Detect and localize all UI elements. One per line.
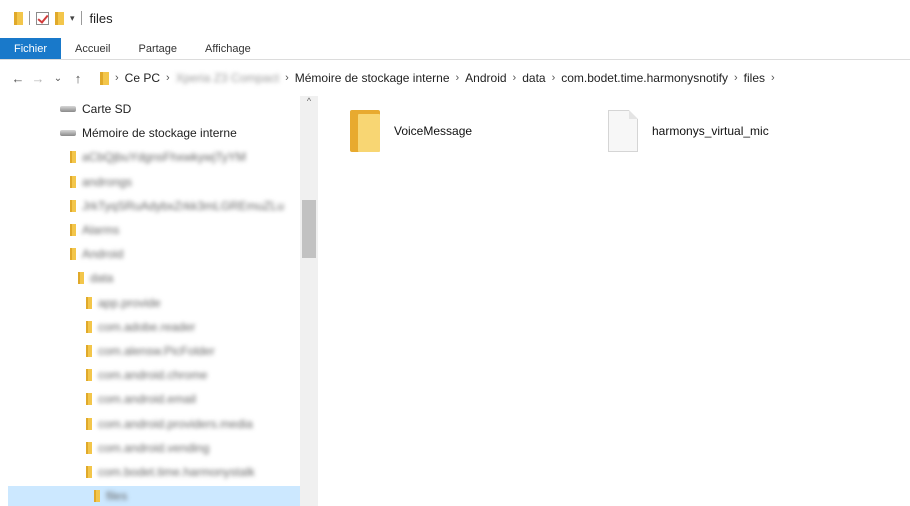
- forward-arrow-icon[interactable]: →: [28, 71, 48, 86]
- breadcrumb-chevron-icon[interactable]: ›: [456, 72, 460, 84]
- nav-item-label: Carte SD: [82, 102, 132, 116]
- nav-item[interactable]: com.android.chrome: [86, 365, 207, 385]
- folder-icon: [86, 296, 92, 309]
- breadcrumb-chevron-icon[interactable]: ›: [734, 72, 738, 84]
- breadcrumb[interactable]: › Ce PC › Xperia Z3 Compact › Mémoire de stoc…: [94, 66, 904, 90]
- folder-icon: [78, 272, 84, 285]
- nav-item-label: app.provide: [98, 295, 161, 310]
- folder-icon: [94, 490, 100, 503]
- file-list: VoiceMessage harmonys_virtual_mic: [330, 96, 910, 506]
- nav-item[interactable]: com.adobe.reader: [86, 317, 195, 337]
- properties-checkbox-icon[interactable]: [36, 11, 49, 25]
- drive-icon: [60, 130, 76, 137]
- file-icon: [608, 110, 638, 152]
- breadcrumb-item[interactable]: Android: [465, 71, 506, 85]
- nav-item-label: data: [90, 271, 114, 286]
- customize-toolbar-dropdown-icon[interactable]: ▾: [70, 13, 75, 24]
- breadcrumb-chevron-icon[interactable]: ›: [115, 72, 119, 84]
- folder-icon: [86, 345, 92, 357]
- nav-item[interactable]: JrkTyqSRuAdybxZrkk3mLGREmuZLu: [70, 196, 284, 216]
- nav-item-label: aCbQjbuYdgnsFhxwkywjTyYM: [82, 150, 247, 165]
- nav-item-label: com.alensw.PicFolder: [98, 344, 215, 358]
- nav-item-label: JrkTyqSRuAdybxZrkk3mLGREmuZLu: [82, 198, 285, 213]
- folder-icon: [350, 110, 380, 152]
- quick-access-toolbar: ▾: [14, 11, 82, 25]
- nav-item-label: com.bodet.time.harmonystalk: [98, 465, 255, 479]
- tab-affichage[interactable]: Affichage: [191, 38, 265, 59]
- folder-icon: [14, 11, 23, 25]
- folder-icon: [70, 224, 76, 236]
- nav-item-label: Alarms: [82, 223, 120, 237]
- nav-item[interactable]: app.provide: [86, 293, 161, 313]
- tab-accueil[interactable]: Accueil: [61, 38, 124, 59]
- nav-item[interactable]: Alarms: [70, 220, 119, 240]
- nav-item-label: com.android.vending: [98, 440, 210, 455]
- nav-item-label: androngs: [82, 174, 133, 189]
- nav-item-label: com.android.email: [98, 392, 197, 407]
- nav-item-label: files: [106, 489, 128, 504]
- breadcrumb-item[interactable]: com.bodet.time.harmonysnotify: [561, 71, 728, 85]
- breadcrumb-item[interactable]: Ce PC: [125, 71, 160, 85]
- nav-item-label: Android: [82, 247, 124, 262]
- nav-item[interactable]: files: [8, 486, 300, 506]
- folder-icon: [86, 320, 92, 333]
- folder-icon: [86, 466, 92, 478]
- nav-item[interactable]: com.alensw.PicFolder: [86, 341, 215, 361]
- file-item[interactable]: harmonys_virtual_mic: [608, 110, 769, 152]
- folder-icon: [86, 369, 92, 382]
- breadcrumb-item[interactable]: Mémoire de stockage interne: [295, 71, 450, 85]
- breadcrumb-chevron-icon[interactable]: ›: [513, 72, 517, 84]
- new-folder-icon[interactable]: [55, 11, 64, 25]
- tab-fichier[interactable]: Fichier: [0, 38, 62, 59]
- nav-item-label: Mémoire de stockage interne: [82, 126, 237, 141]
- nav-item[interactable]: Carte SD: [60, 99, 131, 119]
- breadcrumb-item[interactable]: files: [744, 71, 765, 85]
- nav-item[interactable]: com.android.email: [86, 389, 196, 409]
- nav-item[interactable]: Mémoire de stockage interne: [60, 123, 237, 143]
- file-name: VoiceMessage: [394, 124, 473, 138]
- navigation-pane[interactable]: Carte SD Mémoire de stockage interne aCbQj…: [0, 96, 318, 506]
- breadcrumb-chevron-icon[interactable]: ›: [166, 72, 170, 84]
- navigation-scrollbar[interactable]: ^: [300, 96, 318, 506]
- breadcrumb-chevron-icon[interactable]: ›: [771, 72, 775, 84]
- back-arrow-icon[interactable]: ←: [8, 71, 28, 86]
- nav-item-label: com.android.providers.media: [98, 416, 253, 431]
- tab-partage[interactable]: Partage: [124, 38, 191, 59]
- separator: [29, 11, 30, 25]
- nav-item[interactable]: androngs: [70, 172, 132, 192]
- up-arrow-icon[interactable]: ↑: [68, 71, 88, 86]
- title-bar: ▾ files: [0, 0, 910, 36]
- nav-item[interactable]: Android: [70, 244, 123, 264]
- folder-icon: [100, 71, 109, 85]
- folder-icon: [70, 199, 76, 212]
- scroll-up-arrow-icon[interactable]: ^: [300, 96, 318, 112]
- folder-icon: [86, 417, 92, 430]
- folder-item[interactable]: VoiceMessage: [350, 110, 472, 152]
- breadcrumb-chevron-icon[interactable]: ›: [552, 72, 556, 84]
- address-bar-row: ← → ⌄ ↑ › Ce PC › Xperia Z3 Compact › Mémoire…: [0, 64, 910, 92]
- nav-item[interactable]: com.android.providers.media: [86, 414, 253, 434]
- separator: [80, 11, 82, 25]
- ribbon-tabs: Fichier Accueil Partage Affichage: [0, 38, 910, 60]
- folder-icon: [70, 151, 76, 164]
- scroll-thumb[interactable]: [302, 200, 316, 258]
- file-name: harmonys_virtual_mic: [652, 124, 769, 138]
- folder-icon: [70, 248, 76, 261]
- window-title: files: [89, 10, 113, 26]
- nav-item[interactable]: data: [78, 268, 113, 288]
- breadcrumb-item[interactable]: Xperia Z3 Compact: [176, 71, 279, 85]
- folder-icon: [70, 175, 76, 188]
- nav-item-label: com.android.chrome: [98, 368, 208, 383]
- nav-item[interactable]: com.android.vending: [86, 438, 209, 458]
- recent-locations-chevron-icon[interactable]: ⌄: [48, 73, 68, 84]
- breadcrumb-item[interactable]: data: [522, 71, 545, 85]
- breadcrumb-chevron-icon[interactable]: ›: [285, 72, 289, 84]
- folder-icon: [86, 393, 92, 406]
- nav-item[interactable]: com.bodet.time.harmonystalk: [86, 462, 255, 482]
- nav-item-label: com.adobe.reader: [98, 319, 196, 334]
- drive-icon: [60, 106, 76, 112]
- nav-item[interactable]: aCbQjbuYdgnsFhxwkywjTyYM: [70, 147, 246, 167]
- folder-icon: [86, 441, 92, 454]
